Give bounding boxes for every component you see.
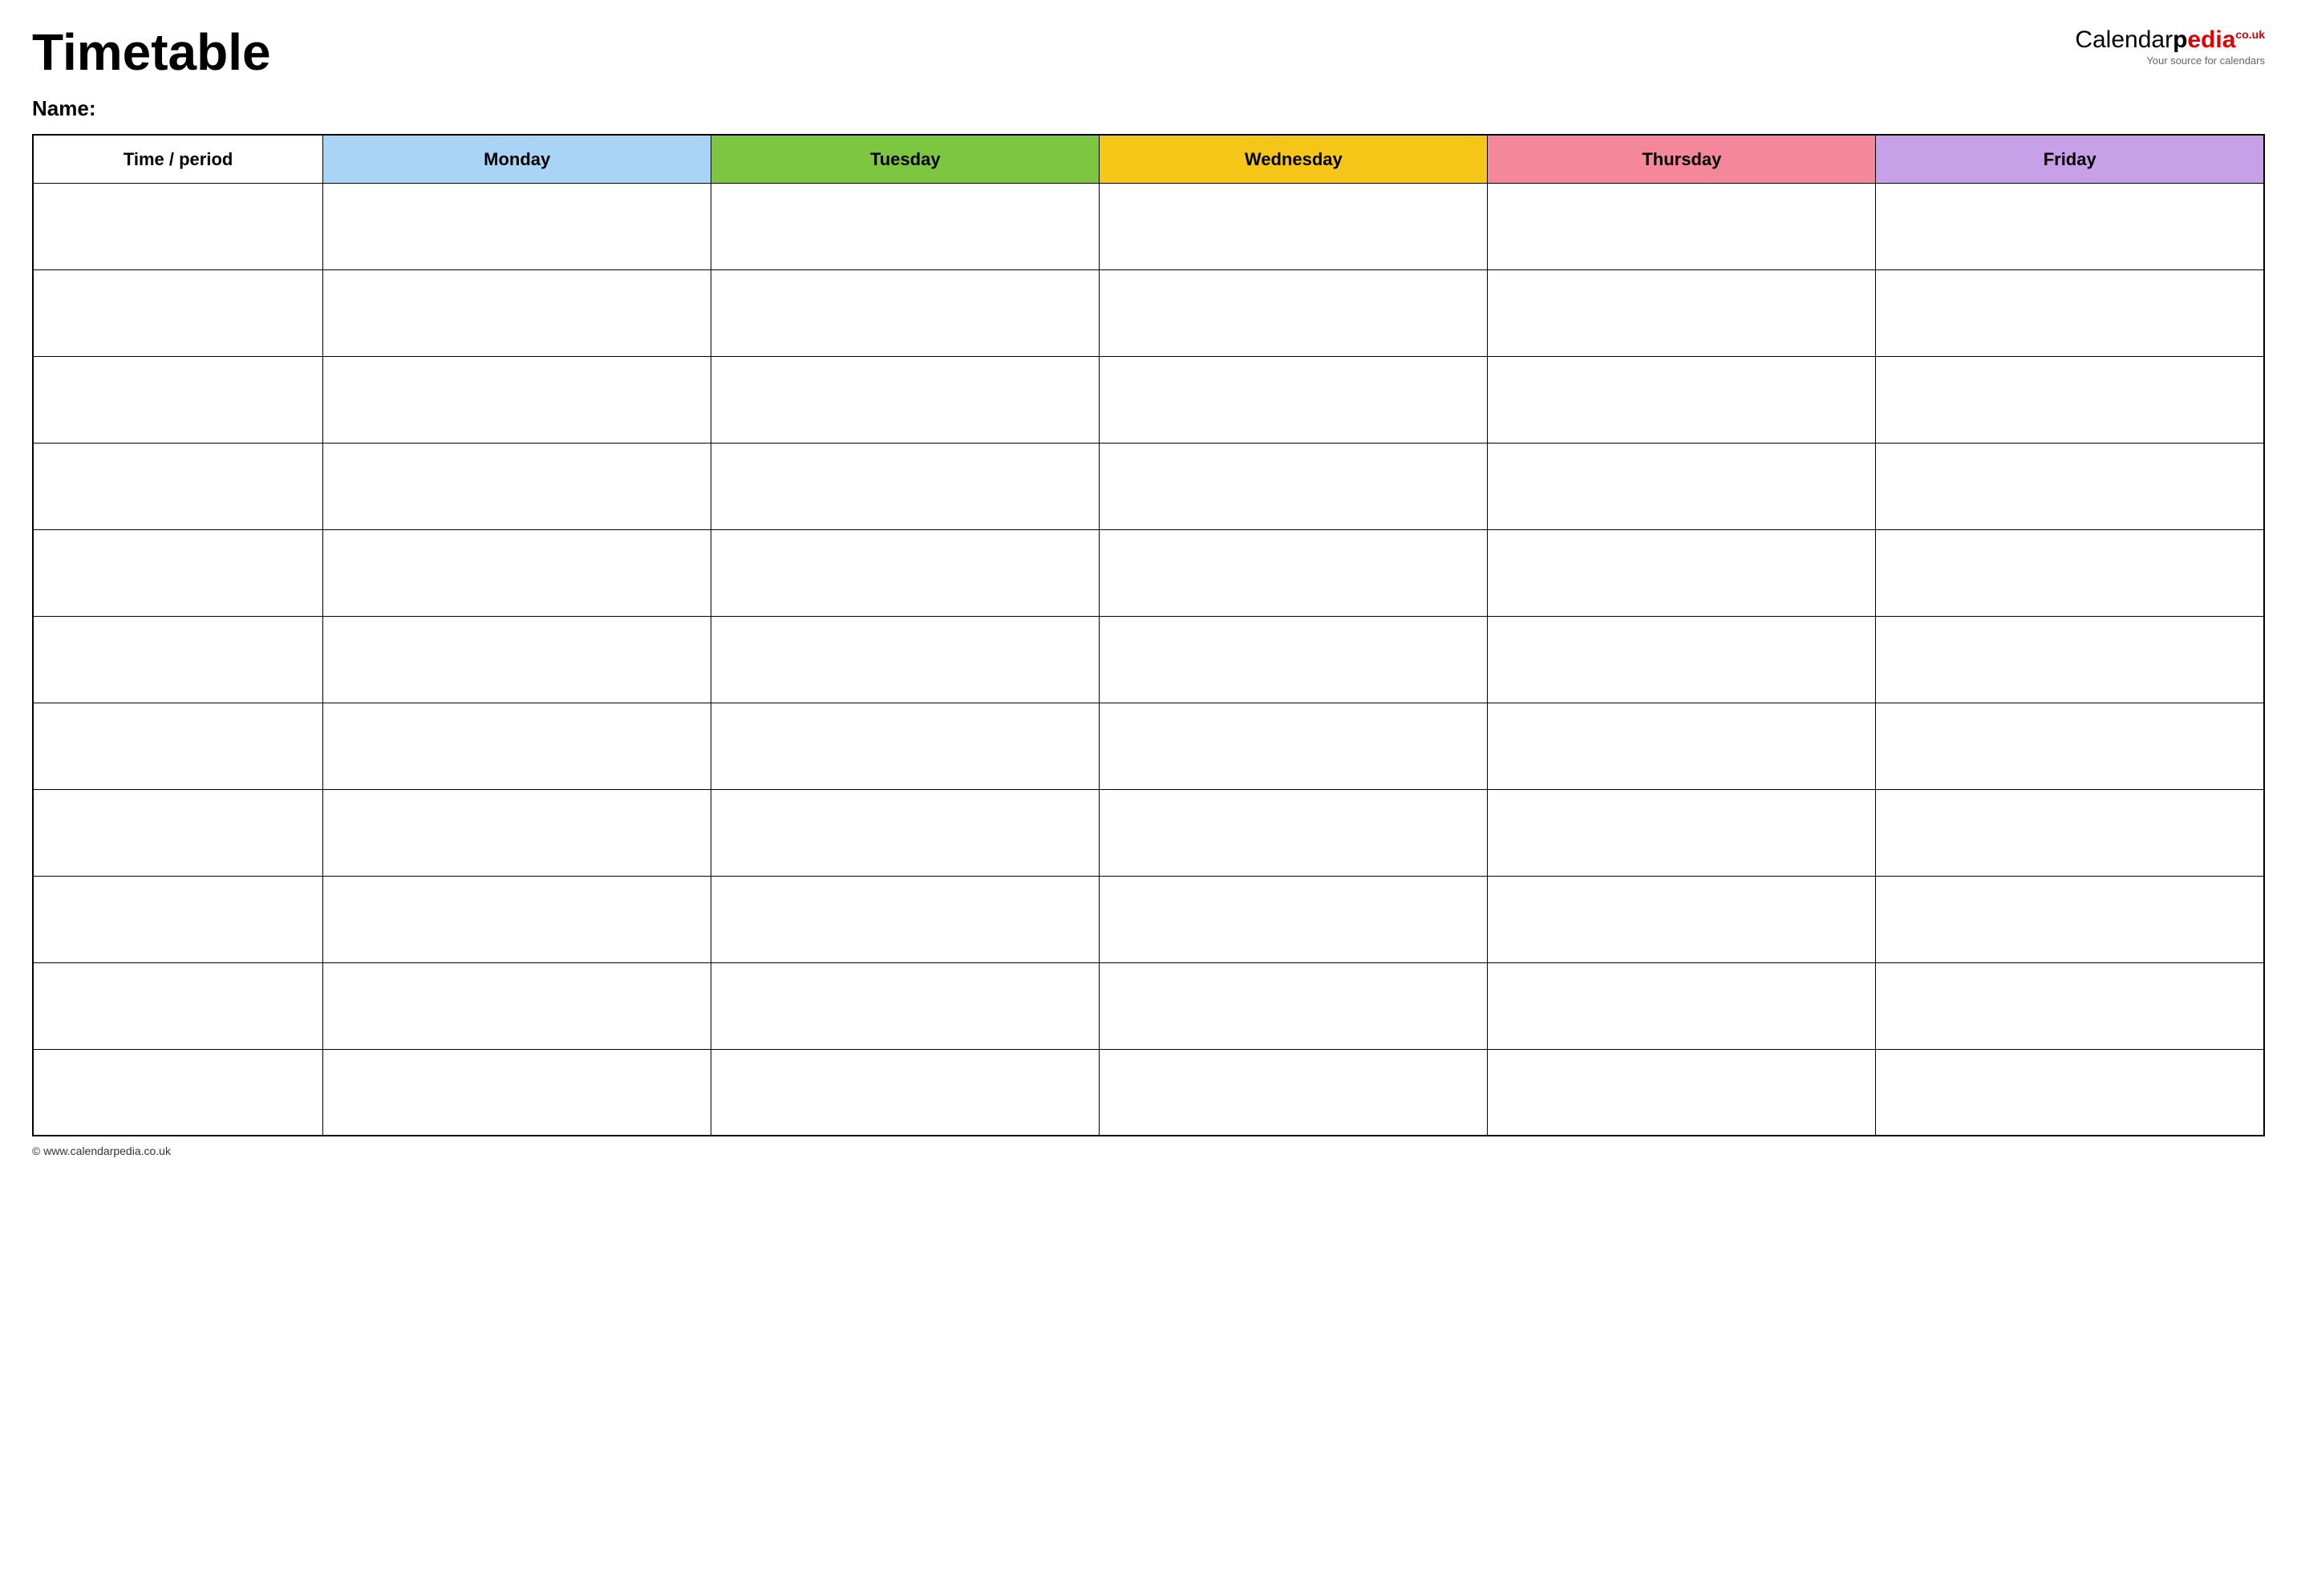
table-cell[interactable] (1100, 703, 1488, 789)
table-cell[interactable] (33, 616, 323, 703)
table-cell[interactable] (33, 529, 323, 616)
table-row (33, 356, 2264, 443)
table-cell[interactable] (1488, 616, 1876, 703)
logo: Calendarpediaco.uk Your source for calen… (2075, 28, 2265, 67)
table-row (33, 962, 2264, 1049)
footer-url: © www.calendarpedia.co.uk (32, 1144, 171, 1157)
header-tuesday: Tuesday (711, 135, 1100, 183)
table-cell[interactable] (1488, 789, 1876, 876)
header-monday: Monday (323, 135, 711, 183)
table-cell[interactable] (323, 443, 711, 529)
header-friday: Friday (1876, 135, 2264, 183)
table-cell[interactable] (1488, 529, 1876, 616)
table-cell[interactable] (1488, 183, 1876, 269)
table-row (33, 876, 2264, 962)
table-cell[interactable] (33, 356, 323, 443)
table-cell[interactable] (1100, 183, 1488, 269)
table-cell[interactable] (1876, 962, 2264, 1049)
table-row (33, 1049, 2264, 1136)
table-cell[interactable] (1488, 876, 1876, 962)
table-cell[interactable] (1488, 1049, 1876, 1136)
table-cell[interactable] (33, 269, 323, 356)
table-cell[interactable] (1100, 876, 1488, 962)
header-time: Time / period (33, 135, 323, 183)
table-cell[interactable] (711, 876, 1100, 962)
table-cell[interactable] (1100, 962, 1488, 1049)
table-row (33, 529, 2264, 616)
table-row (33, 269, 2264, 356)
table-row (33, 616, 2264, 703)
table-cell[interactable] (711, 962, 1100, 1049)
table-cell[interactable] (323, 876, 711, 962)
page-header: Timetable Calendarpediaco.uk Your source… (32, 24, 2265, 80)
header-wednesday: Wednesday (1100, 135, 1488, 183)
table-cell[interactable] (1488, 356, 1876, 443)
page-title: Timetable (32, 24, 271, 80)
table-cell[interactable] (323, 789, 711, 876)
footer: © www.calendarpedia.co.uk (32, 1144, 2265, 1157)
table-cell[interactable] (33, 962, 323, 1049)
table-cell[interactable] (1876, 876, 2264, 962)
table-cell[interactable] (711, 356, 1100, 443)
table-cell[interactable] (323, 356, 711, 443)
table-cell[interactable] (33, 789, 323, 876)
table-cell[interactable] (1100, 789, 1488, 876)
table-cell[interactable] (1100, 616, 1488, 703)
table-header-row: Time / period Monday Tuesday Wednesday T… (33, 135, 2264, 183)
table-cell[interactable] (1488, 962, 1876, 1049)
table-cell[interactable] (1100, 1049, 1488, 1136)
table-cell[interactable] (33, 876, 323, 962)
logo-subtitle: Your source for calendars (2146, 55, 2265, 67)
table-cell[interactable] (1488, 703, 1876, 789)
table-cell[interactable] (1876, 269, 2264, 356)
table-cell[interactable] (1876, 443, 2264, 529)
logo-brand: Calendarpediaco.uk (2075, 28, 2265, 52)
table-cell[interactable] (1876, 1049, 2264, 1136)
table-cell[interactable] (323, 703, 711, 789)
table-cell[interactable] (711, 183, 1100, 269)
table-cell[interactable] (1100, 269, 1488, 356)
table-cell[interactable] (33, 443, 323, 529)
table-row (33, 703, 2264, 789)
logo-couk-text: co.uk (2235, 28, 2265, 41)
logo-p-text: p (2173, 26, 2187, 53)
table-cell[interactable] (1100, 443, 1488, 529)
table-cell[interactable] (711, 443, 1100, 529)
table-cell[interactable] (1488, 269, 1876, 356)
table-cell[interactable] (1488, 443, 1876, 529)
table-cell[interactable] (711, 529, 1100, 616)
table-cell[interactable] (323, 183, 711, 269)
table-cell[interactable] (1876, 703, 2264, 789)
table-cell[interactable] (711, 789, 1100, 876)
table-cell[interactable] (1876, 616, 2264, 703)
table-cell[interactable] (1100, 356, 1488, 443)
table-cell[interactable] (1100, 529, 1488, 616)
table-cell[interactable] (323, 1049, 711, 1136)
table-cell[interactable] (33, 703, 323, 789)
table-cell[interactable] (711, 1049, 1100, 1136)
table-row (33, 183, 2264, 269)
header-thursday: Thursday (1488, 135, 1876, 183)
table-cell[interactable] (33, 1049, 323, 1136)
table-cell[interactable] (323, 962, 711, 1049)
table-row (33, 789, 2264, 876)
table-cell[interactable] (323, 616, 711, 703)
table-cell[interactable] (1876, 789, 2264, 876)
timetable: Time / period Monday Tuesday Wednesday T… (32, 134, 2265, 1136)
table-cell[interactable] (711, 269, 1100, 356)
table-cell[interactable] (1876, 356, 2264, 443)
table-cell[interactable] (33, 183, 323, 269)
table-cell[interactable] (711, 616, 1100, 703)
table-cell[interactable] (711, 703, 1100, 789)
table-cell[interactable] (323, 529, 711, 616)
table-cell[interactable] (323, 269, 711, 356)
table-cell[interactable] (1876, 183, 2264, 269)
table-cell[interactable] (1876, 529, 2264, 616)
logo-calendar-text: Calendar (2075, 26, 2173, 53)
name-label: Name: (32, 96, 2265, 121)
table-row (33, 443, 2264, 529)
logo-edia-text: edia (2187, 26, 2235, 53)
